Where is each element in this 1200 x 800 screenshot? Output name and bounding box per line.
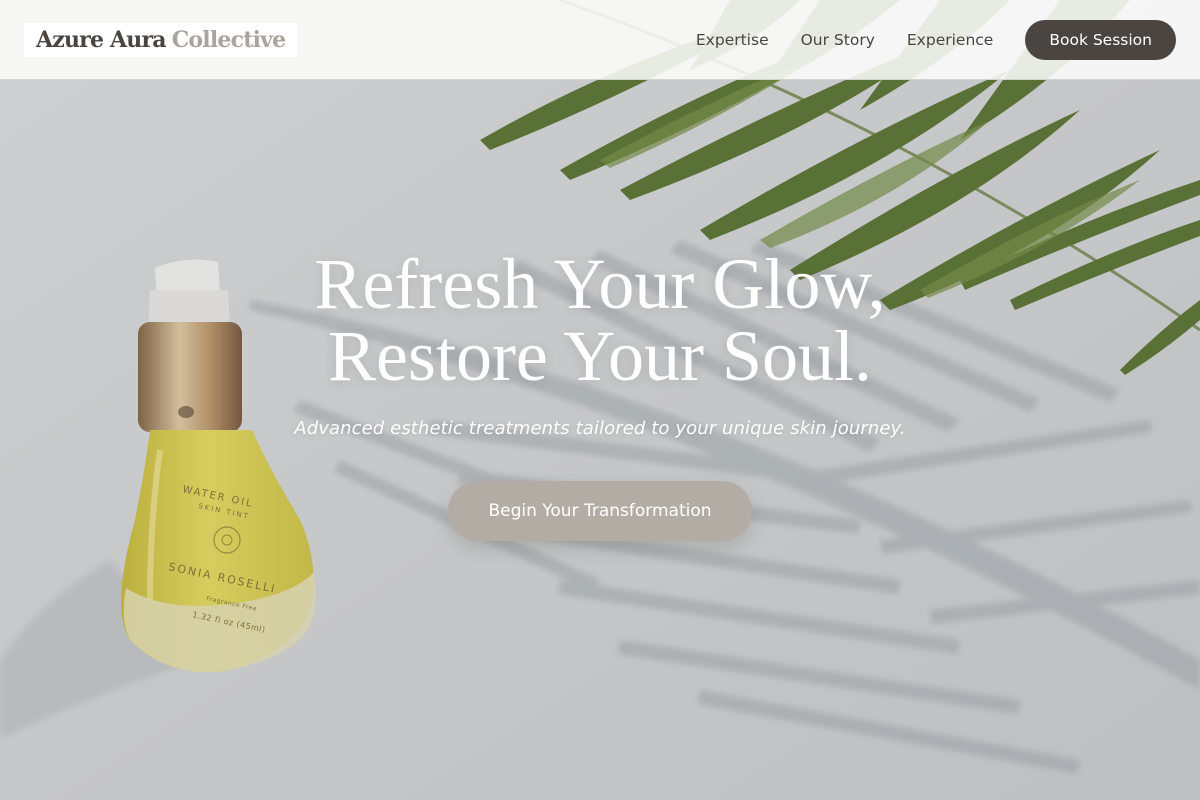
- nav-link-expertise[interactable]: Expertise: [696, 31, 769, 49]
- hero-headline: Refresh Your Glow, Restore Your Soul.: [0, 248, 1200, 392]
- logo[interactable]: Azure Aura Collective: [24, 23, 298, 57]
- nav-link-our-story[interactable]: Our Story: [801, 31, 875, 49]
- logo-main-text: Azure Aura: [36, 27, 167, 53]
- nav-link-experience[interactable]: Experience: [907, 31, 993, 49]
- hero-headline-line-2: Restore Your Soul.: [327, 316, 873, 396]
- begin-transformation-button[interactable]: Begin Your Transformation: [448, 481, 752, 541]
- logo-accent-text: Collective: [171, 27, 286, 53]
- hero-section: Refresh Your Glow, Restore Your Soul. Ad…: [0, 248, 1200, 541]
- hero-subheadline: Advanced esthetic treatments tailored to…: [294, 418, 906, 439]
- hero-headline-line-1: Refresh Your Glow,: [314, 244, 886, 324]
- site-header: Azure Aura Collective Expertise Our Stor…: [0, 0, 1200, 80]
- main-nav: Expertise Our Story Experience Book Sess…: [696, 20, 1176, 60]
- book-session-button[interactable]: Book Session: [1025, 20, 1176, 60]
- page: WATER OIL SKIN TINT SONIA ROSELLI Fragra…: [0, 0, 1200, 800]
